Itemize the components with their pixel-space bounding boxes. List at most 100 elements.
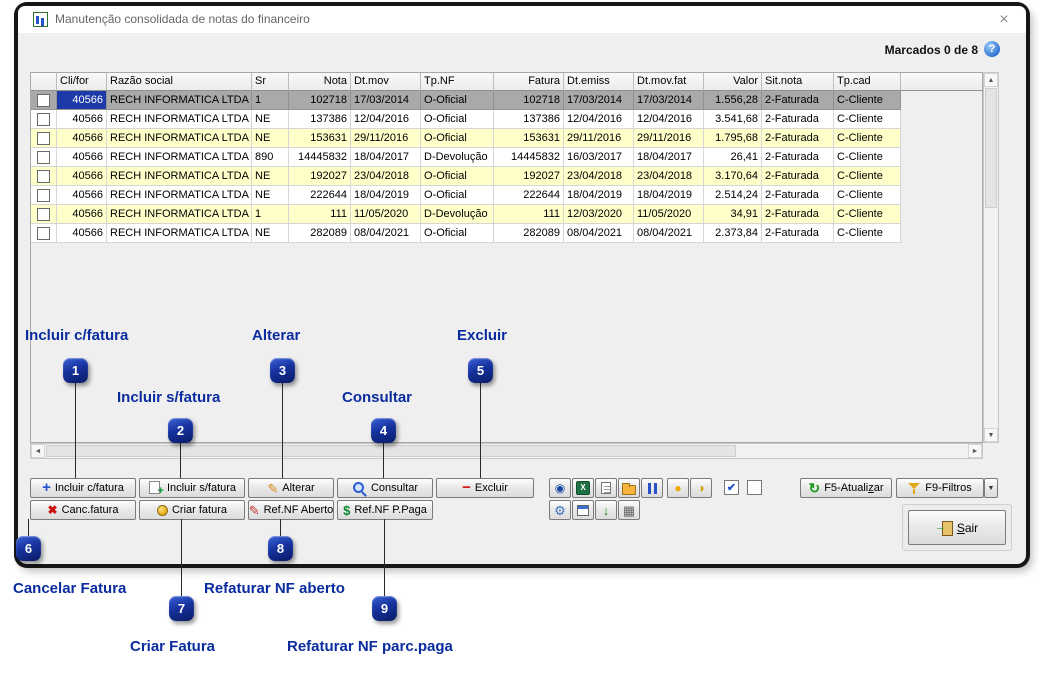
report-button[interactable] — [595, 478, 617, 498]
table-row[interactable]: 40566RECH INFORMATICA LTDA110271817/03/2… — [31, 91, 982, 110]
grid-cell: O-Oficial — [421, 186, 494, 205]
grid-cell: 18/04/2019 — [564, 186, 634, 205]
row-checkbox[interactable] — [37, 170, 50, 183]
f9-filtros-button[interactable]: F9-Filtros — [896, 478, 984, 498]
row-checkbox[interactable] — [37, 132, 50, 145]
grid-cell: RECH INFORMATICA LTDA — [107, 186, 252, 205]
canc-fatura-label: Canc.fatura — [62, 505, 119, 516]
annotation-label: Incluir s/fatura — [117, 389, 220, 406]
column-header[interactable]: Valor — [704, 73, 762, 91]
excluir-button[interactable]: − Excluir — [436, 478, 534, 498]
annotation-line — [75, 383, 76, 478]
canc-fatura-button[interactable]: ✖ Canc.fatura — [30, 500, 136, 520]
document-icon — [601, 482, 611, 494]
sair-label: Sair — [957, 522, 978, 534]
grid-cell: RECH INFORMATICA LTDA — [107, 110, 252, 129]
grid-cell: 111 — [494, 205, 564, 224]
grid-cell: 192027 — [289, 167, 351, 186]
pause-icon — [648, 483, 657, 494]
criar-fatura-label: Criar fatura — [172, 505, 227, 516]
column-header[interactable]: Razão social — [107, 73, 252, 91]
ref-nf-aberto-button[interactable]: ✎ Ref.NF Aberto — [248, 500, 334, 520]
column-header[interactable]: Tp.cad — [834, 73, 901, 91]
cancel-x-icon: ✖ — [48, 504, 58, 516]
grid-cell: 40566 — [57, 186, 107, 205]
row-checkbox[interactable] — [37, 208, 50, 221]
grid-cell: 18/04/2017 — [351, 148, 421, 167]
grid-box-icon: ▦ — [623, 504, 635, 517]
grid-cell: 08/04/2021 — [564, 224, 634, 243]
sair-button[interactable]: → Sair — [908, 510, 1006, 545]
grid-cell: 34,91 — [704, 205, 762, 224]
table-row[interactable]: 40566RECH INFORMATICA LTDANE22264418/04/… — [31, 186, 982, 205]
preview-button[interactable]: ◉ — [549, 478, 571, 498]
column-header[interactable]: Cli/for — [57, 73, 107, 91]
table-row[interactable]: 40566RECH INFORMATICA LTDANE28208908/04/… — [31, 224, 982, 243]
incluir-sfatura-button[interactable]: + Incluir s/fatura — [139, 478, 245, 498]
grid-cell: 2.373,84 — [704, 224, 762, 243]
grid-cell: 222644 — [494, 186, 564, 205]
grid-cell: RECH INFORMATICA LTDA — [107, 167, 252, 186]
grid-cell: NE — [252, 167, 289, 186]
column-header[interactable]: Sit.nota — [762, 73, 834, 91]
column-header[interactable]: Dt.mov — [351, 73, 421, 91]
annotation-line — [384, 519, 385, 596]
column-header[interactable]: Nota — [289, 73, 351, 91]
horizontal-scroll-thumb[interactable] — [46, 445, 736, 457]
scroll-left-icon[interactable]: ◄ — [31, 444, 45, 458]
row-checkbox[interactable] — [37, 227, 50, 240]
column-header[interactable]: Dt.emiss — [564, 73, 634, 91]
ref-nf-ppaga-button[interactable]: $ Ref.NF P.Paga — [337, 500, 433, 520]
vertical-scrollbar[interactable]: ▲ ▼ — [983, 72, 999, 443]
calculator-button[interactable]: ▦ — [618, 500, 640, 520]
f5-atualizar-button[interactable]: ↻ F5-Atualizar — [800, 478, 892, 498]
excel-export-button[interactable]: X — [572, 478, 594, 498]
freeze-columns-button[interactable] — [641, 478, 663, 498]
vertical-scroll-thumb[interactable] — [985, 88, 997, 208]
row-checkbox[interactable] — [37, 94, 50, 107]
column-header[interactable]: Tp.NF — [421, 73, 494, 91]
column-header[interactable]: Dt.mov.fat — [634, 73, 704, 91]
column-header[interactable]: Sr — [252, 73, 289, 91]
check-all-checkbox[interactable]: ✔ — [724, 480, 739, 495]
row-checkbox[interactable] — [37, 151, 50, 164]
row-checkbox[interactable] — [37, 189, 50, 202]
grid-cell: 890 — [252, 148, 289, 167]
row-checkbox[interactable] — [37, 113, 50, 126]
table-row[interactable]: 40566RECH INFORMATICA LTDANE15363129/11/… — [31, 129, 982, 148]
help-icon[interactable]: ? — [984, 41, 1000, 57]
table-row[interactable]: 40566RECH INFORMATICA LTDA111111/05/2020… — [31, 205, 982, 224]
column-header[interactable]: Fatura — [494, 73, 564, 91]
grid-cell: 282089 — [289, 224, 351, 243]
column-header[interactable] — [31, 73, 57, 91]
f9-filtros-dropdown-button[interactable]: ▼ — [984, 478, 998, 498]
open-folder-button[interactable] — [618, 478, 640, 498]
colors-button[interactable]: ◑ — [690, 478, 712, 498]
table-row[interactable]: 40566RECH INFORMATICA LTDANE13738612/04/… — [31, 110, 982, 129]
scroll-down-icon[interactable]: ▼ — [984, 428, 998, 442]
table-row[interactable]: 40566RECH INFORMATICA LTDANE19202723/04/… — [31, 167, 982, 186]
export-button[interactable]: ↓ — [595, 500, 617, 520]
criar-fatura-button[interactable]: Criar fatura — [139, 500, 245, 520]
annotation-line — [181, 519, 182, 596]
grid-cell: 08/04/2021 — [634, 224, 704, 243]
add-document-icon: + — [148, 481, 163, 495]
uncheck-all-checkbox[interactable] — [747, 480, 762, 495]
scroll-right-icon[interactable]: ► — [968, 444, 982, 458]
table-row[interactable]: 40566RECH INFORMATICA LTDA8901444583218/… — [31, 148, 982, 167]
incluir-cfatura-button[interactable]: + Incluir c/fatura — [30, 478, 136, 498]
settings-button[interactable]: ⚙ — [549, 500, 571, 520]
horizontal-scrollbar[interactable]: ◄ ► — [30, 443, 983, 459]
grid-cell: RECH INFORMATICA LTDA — [107, 129, 252, 148]
excel-icon: X — [576, 481, 590, 495]
schedule-button[interactable] — [572, 500, 594, 520]
calendar-icon — [577, 505, 589, 516]
minus-icon: − — [462, 480, 471, 495]
close-icon[interactable]: × — [994, 10, 1014, 30]
grid-cell: D-Devolução — [421, 148, 494, 167]
alterar-button[interactable]: ✎ Alterar — [248, 478, 334, 498]
grid-cell: 17/03/2014 — [634, 91, 704, 110]
scroll-up-icon[interactable]: ▲ — [984, 73, 998, 87]
consultar-button[interactable]: Consultar — [337, 478, 433, 498]
legend-button[interactable]: ● — [667, 478, 689, 498]
